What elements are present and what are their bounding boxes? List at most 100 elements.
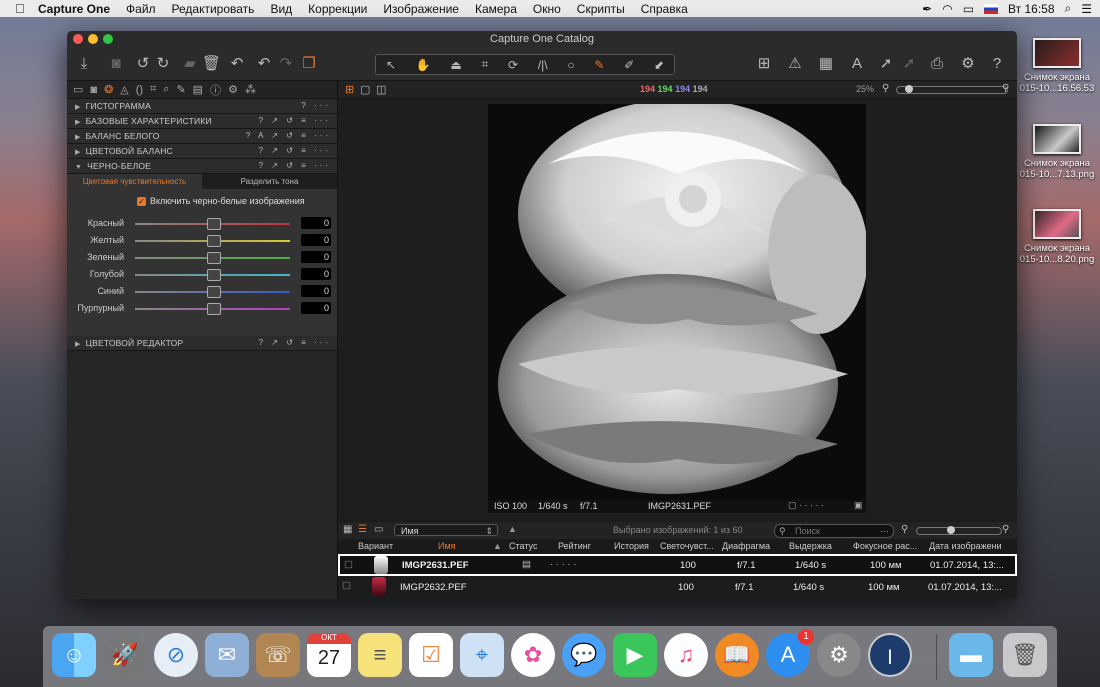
trash-icon[interactable]: 🗑 — [1003, 633, 1047, 677]
local-adjustments-tab-icon[interactable]: ✎ — [176, 83, 185, 96]
exposure-tab-icon[interactable]: ◬ — [120, 83, 128, 96]
pen-status-icon[interactable]: ✒ — [922, 2, 932, 16]
table-row[interactable]: ▢ IMGP2631.PEF ▤ · · · · · 100 f/7.1 1/6… — [338, 554, 1017, 576]
table-row[interactable]: ▢ IMGP2632.PEF 100 f/7.1 1/640 s 100 мм … — [338, 577, 1017, 599]
slider-value[interactable]: 0 — [301, 217, 331, 229]
thumb-size-small-icon[interactable]: ⚲ — [901, 524, 908, 535]
col-date[interactable]: Дата изображени — [929, 541, 1002, 551]
more-options-icon[interactable]: ··· — [880, 525, 889, 537]
battery-icon[interactable]: ▭ — [963, 2, 974, 16]
histogram-section[interactable]: ▶ ГИСТОГРАММА? ··· — [67, 99, 337, 114]
send-to-icon[interactable]: ➚ — [877, 55, 895, 73]
sort-dropdown[interactable]: Имя ⇕ — [394, 524, 498, 536]
folder-icon[interactable]: ▬ — [949, 633, 993, 677]
import-icon[interactable]: ⤓ — [75, 55, 93, 73]
col-status[interactable]: Статус — [509, 541, 537, 551]
library-tab-icon[interactable]: ▭ — [73, 83, 83, 96]
menu-adjustments[interactable]: Коррекции — [308, 2, 367, 16]
lens-tab-icon[interactable]: () — [136, 84, 143, 96]
slider-blue[interactable]: Синий 0 — [67, 284, 337, 300]
menu-help[interactable]: Справка — [641, 2, 688, 16]
section-controls[interactable]: ? ··· — [301, 99, 331, 113]
menubar-clock[interactable]: Вт 16:58 — [1008, 2, 1054, 16]
slider-knob[interactable] — [207, 269, 221, 281]
row-checkbox[interactable]: ▢ — [342, 580, 351, 591]
menu-file[interactable]: Файл — [126, 2, 156, 16]
spotlight-search-icon[interactable]: ⌕ — [1065, 1, 1072, 16]
desktop-file[interactable]: Снимок экрана 015-10...8.20.png — [1014, 209, 1100, 265]
slider-value[interactable]: 0 — [301, 285, 331, 297]
menu-window[interactable]: Окно — [533, 2, 561, 16]
capture-tab-icon[interactable]: ◙ — [90, 84, 97, 96]
section-controls[interactable]: ? ↗ ↺ ≡ ··· — [259, 336, 331, 350]
row-checkbox[interactable]: ▢ — [344, 559, 353, 570]
col-iso[interactable]: Светочувст... — [660, 541, 714, 551]
brush-cursor-icon[interactable]: ✎ — [594, 58, 604, 72]
slider-knob[interactable] — [207, 303, 221, 315]
search-field[interactable]: ⚲ Поиск ··· — [774, 524, 894, 538]
col-history[interactable]: История — [614, 541, 649, 551]
slider-knob[interactable] — [207, 235, 221, 247]
rotate-left-icon[interactable]: ↺ — [134, 55, 152, 73]
undo-icon[interactable]: ↶ — [255, 55, 273, 73]
tab-color-sensitivity[interactable]: Цветовая чувствительность — [67, 174, 202, 189]
menu-view[interactable]: Вид — [270, 2, 292, 16]
thumbnail-size-slider[interactable] — [916, 526, 1002, 535]
slider-value[interactable]: 0 — [301, 234, 331, 246]
col-rating[interactable]: Рейтинг — [558, 541, 591, 551]
capture-one-icon[interactable]: ⏽ — [868, 633, 912, 677]
facetime-icon[interactable]: ▶ — [613, 633, 657, 677]
keystone-cursor-icon[interactable]: ⏏ — [450, 58, 461, 72]
col-name[interactable]: Имя — [438, 541, 456, 551]
reminders-icon[interactable]: ☑ — [409, 633, 453, 677]
menu-camera[interactable]: Камера — [475, 2, 517, 16]
crop-cursor-icon[interactable]: ⌗ — [481, 57, 488, 72]
basic-characteristics-section[interactable]: ▶ БАЗОВЫЕ ХАРАКТЕРИСТИКИ? ↗ ↺ ≡ ··· — [67, 114, 337, 129]
compare-view-icon[interactable]: ◫ — [376, 83, 386, 96]
zoom-out-icon[interactable]: ⚲ — [882, 83, 889, 94]
multi-view-icon[interactable]: ⊞ — [345, 83, 354, 96]
contacts-icon[interactable]: ☏ — [256, 633, 300, 677]
print-icon[interactable]: ⎙ — [928, 55, 946, 73]
apple-menu-icon[interactable]:  — [8, 1, 32, 16]
system-preferences-icon[interactable]: ⚙ — [817, 633, 861, 677]
minimize-window-button[interactable] — [88, 34, 98, 44]
copy-apply-cursor-icon[interactable]: ⬋ — [654, 58, 664, 72]
slider-value[interactable]: 0 — [301, 268, 331, 280]
wifi-icon[interactable]: ◠ — [942, 2, 952, 16]
overlay-grid-icon[interactable]: ▦ — [817, 55, 835, 73]
zoom-slider[interactable] — [896, 85, 1008, 94]
slider-green[interactable]: Зеленый 0 — [67, 250, 337, 266]
photos-icon[interactable]: ✿ — [511, 633, 555, 677]
straighten-cursor-icon[interactable]: /|\ — [538, 58, 548, 72]
thumbnail-slider-knob[interactable] — [947, 526, 955, 534]
ibooks-icon[interactable]: 📖 — [715, 633, 759, 677]
app-store-icon[interactable]: A 1 — [766, 629, 814, 677]
pan-cursor-icon[interactable]: ✋ — [416, 58, 431, 72]
adjustments-tab-icon[interactable]: ▤ — [193, 83, 203, 96]
col-variant[interactable]: Вариант — [358, 541, 393, 551]
desktop-file[interactable]: Снимок экрана 015-10...7.13.png — [1014, 124, 1100, 180]
section-controls[interactable]: ? A ↗ ↺ ≡ ··· — [246, 129, 331, 143]
metadata-tab-icon[interactable]: ⓘ — [210, 82, 221, 98]
notes-icon[interactable]: ≡ — [358, 633, 402, 677]
zoom-slider-knob[interactable] — [905, 85, 913, 93]
section-controls[interactable]: ? ↗ ↺ ≡ ··· — [259, 159, 331, 173]
rating-dots[interactable]: ▢ · · · · · — [788, 500, 824, 511]
notification-center-icon[interactable]: ☰ — [1081, 2, 1092, 16]
text-tool-icon[interactable]: A — [848, 55, 866, 73]
launchpad-icon[interactable]: 🚀 — [103, 633, 147, 677]
white-balance-section[interactable]: ▶ БАЛАНС БЕЛОГО? A ↗ ↺ ≡ ··· — [67, 129, 337, 144]
grid-icon[interactable]: ⊞ — [755, 55, 773, 73]
rotate-cursor-icon[interactable]: ⟳ — [508, 58, 518, 72]
close-window-button[interactable] — [73, 34, 83, 44]
tab-split-tones[interactable]: Разделить тона — [202, 174, 337, 189]
enable-bw-checkbox[interactable]: ✓ Включить черно-белые изображения — [137, 196, 305, 206]
section-controls[interactable]: ? ↗ ↺ ≡ ··· — [259, 144, 331, 158]
calendar-icon[interactable]: ОКТ 27 — [307, 633, 351, 677]
black-white-section[interactable]: ▼ ЧЕРНО-БЕЛОЕ? ↗ ↺ ≡ ··· — [67, 159, 337, 174]
slider-knob[interactable] — [207, 286, 221, 298]
col-shutter[interactable]: Выдержка — [789, 541, 832, 551]
section-controls[interactable]: ? ↗ ↺ ≡ ··· — [259, 114, 331, 128]
reset-icon[interactable]: ↶ — [228, 55, 246, 73]
